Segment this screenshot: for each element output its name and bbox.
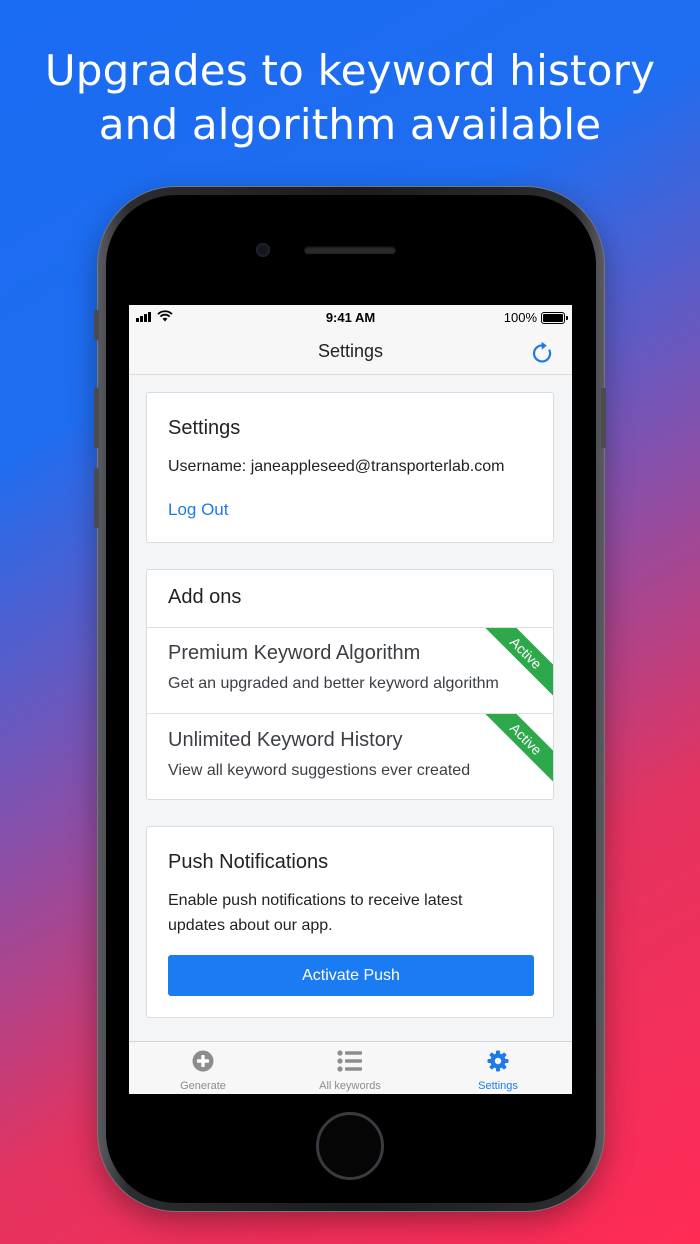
plus-circle-icon	[192, 1050, 214, 1072]
battery-percent: 100%	[503, 310, 537, 325]
tab-settings[interactable]: Settings	[424, 1042, 572, 1094]
earpiece-speaker	[304, 246, 396, 254]
tab-generate[interactable]: Generate	[129, 1042, 277, 1094]
status-bar: 9:41 AM 100%	[129, 305, 572, 329]
activate-push-button[interactable]: Activate Push	[168, 955, 534, 996]
marketing-headline: Upgrades to keyword history and algorith…	[0, 44, 700, 152]
navigation-bar: Settings	[129, 329, 572, 375]
headline-line-1: Upgrades to keyword history	[44, 46, 656, 95]
list-icon	[337, 1050, 362, 1072]
addons-card: Add ons Premium Keyword Algorithm Get an…	[146, 569, 554, 800]
tab-label: Generate	[180, 1080, 226, 1092]
gear-icon	[487, 1050, 509, 1072]
battery-icon	[541, 312, 568, 324]
refresh-icon[interactable]	[532, 341, 554, 365]
push-description-line-2: updates about our app.	[168, 917, 333, 934]
headline-line-2: and algorithm available	[98, 100, 602, 149]
front-camera	[256, 243, 270, 257]
page-title: Settings	[317, 341, 384, 361]
push-description-line-1: Enable push notifications to receive lat…	[168, 892, 463, 909]
volume-down-button	[94, 468, 99, 528]
tab-label: All keywords	[319, 1080, 381, 1092]
push-card-title: Push Notifications	[168, 851, 329, 873]
app-screen: 9:41 AM 100% Settings Settings Username:…	[129, 305, 572, 1094]
tab-all-keywords[interactable]: All keywords	[276, 1042, 424, 1094]
addons-card-title: Add ons	[168, 586, 242, 608]
addon-name: Unlimited Keyword History	[168, 729, 403, 751]
power-button	[601, 388, 606, 448]
home-button[interactable]	[316, 1112, 384, 1180]
settings-card: Settings Username: janeappleseed@transpo…	[146, 392, 554, 543]
mute-switch	[94, 310, 99, 340]
addon-description: View all keyword suggestions ever create…	[168, 762, 471, 779]
tab-bar: Generate All keywords Settings	[129, 1041, 572, 1094]
logout-link[interactable]: Log Out	[168, 500, 229, 520]
username-text: Username: janeappleseed@transporterlab.c…	[168, 458, 505, 475]
tab-label: Settings	[478, 1080, 518, 1092]
active-badge: Active	[479, 714, 553, 786]
addon-name: Premium Keyword Algorithm	[168, 642, 421, 664]
volume-up-button	[94, 388, 99, 448]
addon-description: Get an upgraded and better keyword algor…	[168, 675, 499, 692]
addon-item[interactable]: Premium Keyword Algorithm Get an upgrade…	[147, 627, 553, 714]
settings-card-title: Settings	[168, 417, 241, 439]
addon-item[interactable]: Unlimited Keyword History View all keywo…	[147, 713, 553, 799]
push-notifications-card: Push Notifications Enable push notificat…	[146, 826, 554, 1018]
